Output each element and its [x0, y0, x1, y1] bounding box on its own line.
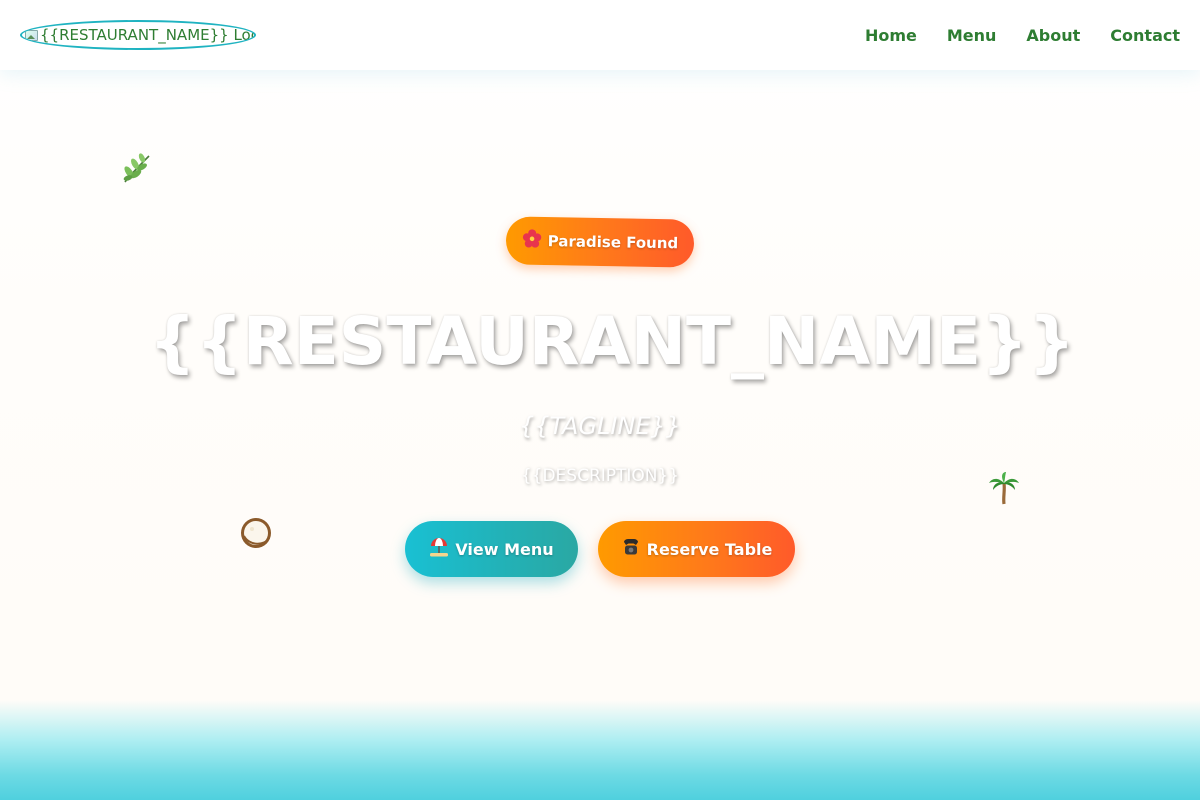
broken-image-icon — [24, 29, 38, 41]
nav-menu-link[interactable]: Menu — [947, 26, 997, 45]
nav-contact-link[interactable]: Contact — [1110, 26, 1180, 45]
view-menu-label: View Menu — [455, 539, 554, 559]
logo[interactable]: {{RESTAURANT_NAME}} Logo — [20, 20, 256, 50]
hero-description: {{DESCRIPTION}} — [520, 466, 680, 486]
sea-wave-strip — [0, 700, 1200, 800]
page: {{RESTAURANT_NAME}} Logo Home Menu About… — [0, 0, 1200, 800]
hero-tagline: {{TAGLINE}} — [518, 412, 682, 440]
phone-icon — [621, 537, 641, 561]
logo-alt-text: {{RESTAURANT_NAME}} Logo — [40, 26, 256, 44]
coconut-icon — [239, 516, 273, 550]
hero-title: {{RESTAURANT_NAME}} — [148, 303, 1076, 380]
hero-badge: Paradise Found — [505, 216, 695, 268]
beach-umbrella-icon — [429, 537, 449, 561]
hibiscus-icon — [522, 229, 542, 253]
reserve-table-label: Reserve Table — [646, 539, 773, 559]
nav-home-link[interactable]: Home — [865, 26, 917, 45]
site-header: {{RESTAURANT_NAME}} Logo Home Menu About… — [0, 0, 1200, 70]
view-menu-button[interactable]: View Menu — [405, 521, 578, 577]
main-nav: Home Menu About Contact — [865, 0, 1180, 70]
leaf-icon — [119, 152, 153, 186]
badge-label: Paradise Found — [547, 232, 679, 253]
nav-about-link[interactable]: About — [1026, 26, 1080, 45]
reserve-table-button[interactable]: Reserve Table — [598, 521, 795, 577]
